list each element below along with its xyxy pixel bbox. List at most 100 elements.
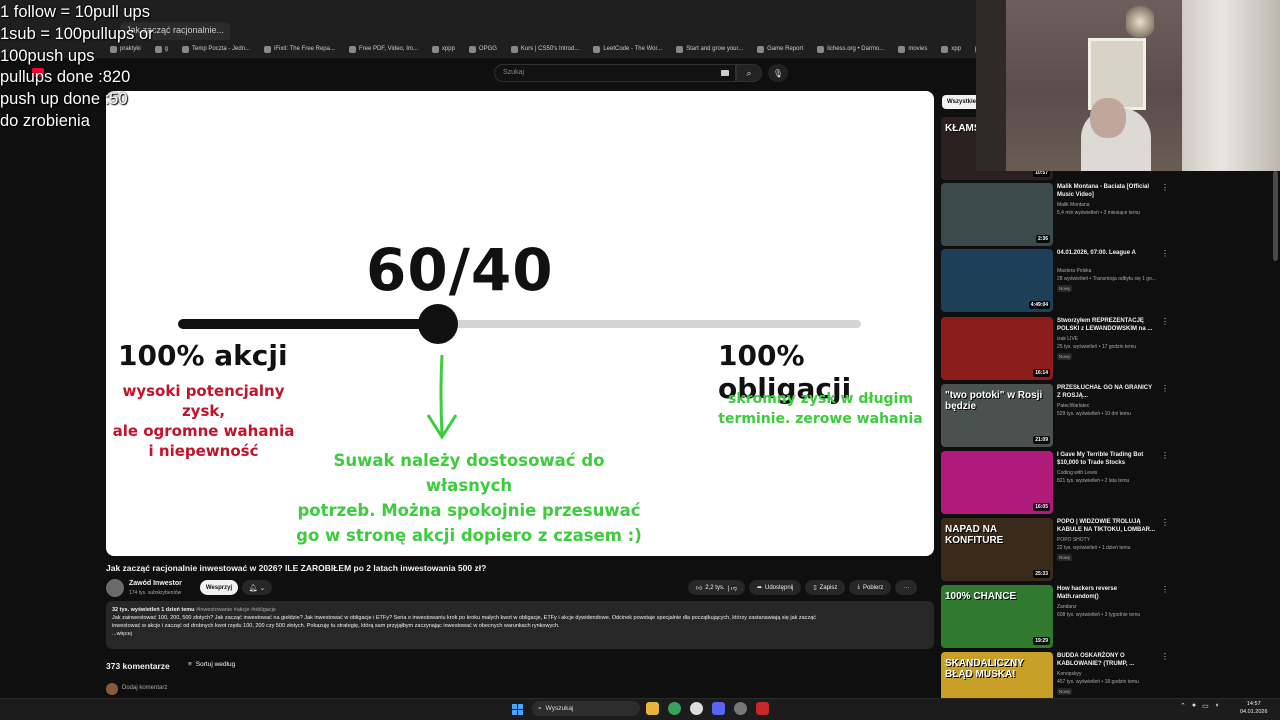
network-icon[interactable]: ▭ <box>1202 702 1209 710</box>
video-thumbnail[interactable]: "two potoki" w Rosji będzie 21:09 <box>941 384 1053 447</box>
video-thumbnail[interactable]: 16:14 <box>941 317 1053 380</box>
chrome-icon[interactable] <box>668 702 681 715</box>
video-thumbnail[interactable]: 2:36 <box>941 183 1053 246</box>
related-video-channel[interactable]: POPO SHOTY <box>1057 537 1090 543</box>
video-thumbnail[interactable]: 16:05 <box>941 451 1053 514</box>
show-more-link[interactable]: ...więcej <box>112 630 928 638</box>
bookmark-item[interactable]: iFixit: The Free Repa... <box>264 45 335 53</box>
search-button[interactable]: ⌕ <box>736 64 762 82</box>
video-thumbnail[interactable]: 4:49:04 <box>941 249 1053 312</box>
clock[interactable]: 14:57 04.01.2026 <box>1240 700 1268 716</box>
kebab-menu-icon[interactable]: ⋮ <box>1161 585 1169 594</box>
kebab-menu-icon[interactable]: ⋮ <box>1161 518 1169 527</box>
bookmark-item[interactable]: Kurs | CS50's Introd... <box>510 45 579 53</box>
video-thumbnail[interactable]: 100% CHANCE 19:29 <box>941 585 1053 648</box>
related-video-item[interactable]: 16:05 I Gave My Terrible Trading Bot $10,… <box>941 451 1176 515</box>
related-video-channel[interactable]: Zandanz <box>1057 604 1076 610</box>
search-icon: ⌕ <box>538 704 542 712</box>
kebab-menu-icon[interactable]: ⋮ <box>1161 183 1169 192</box>
obs-icon[interactable] <box>690 702 703 715</box>
video-duration: 21:09 <box>1033 436 1050 444</box>
more-icon: ··· <box>903 584 910 591</box>
more-actions-button[interactable]: ··· <box>895 580 918 595</box>
overlay-line: 1 follow = 10pull ups <box>0 3 150 21</box>
dislike-icon[interactable]: | 👎︎ <box>728 584 737 592</box>
related-video-item[interactable]: 2:36 Malik Montana - Baciata [Official Mu… <box>941 183 1176 247</box>
related-video-item[interactable]: "two potoki" w Rosji będzie 21:09 PRZESŁUC… <box>941 384 1176 448</box>
notifications-button[interactable]: 🔔︎ ⌄ <box>242 580 272 595</box>
related-video-channel[interactable]: izak LIVE <box>1057 336 1078 342</box>
related-video-title[interactable]: How hackers reverse Math.random() <box>1057 585 1157 601</box>
related-video-channel[interactable]: Mastera Polska <box>1057 268 1091 274</box>
kebab-menu-icon[interactable]: ⋮ <box>1161 384 1169 393</box>
related-video-channel[interactable]: PatecWarlatec <box>1057 403 1089 409</box>
related-video-channel[interactable]: Coding with Lewis <box>1057 470 1097 476</box>
related-video-title[interactable]: Malik Montana - Baciata [Official Music … <box>1057 183 1157 199</box>
bookmark-icon <box>468 45 476 53</box>
related-video-title[interactable]: 04.01.2026, 07:00. League A <box>1057 249 1157 257</box>
hashtags[interactable]: #inwestowanie #akcje #obligacje <box>196 607 276 613</box>
settings-icon[interactable] <box>734 702 747 715</box>
support-button[interactable]: Wesprzyj <box>200 580 238 595</box>
description-line: Jak zainwestować 100, 200, 500 złotych? … <box>112 615 817 621</box>
bookmark-item[interactable]: lichess.org • Darmo... <box>817 45 884 53</box>
volume-icon[interactable]: ◖ <box>1215 702 1219 710</box>
download-button[interactable]: ⤓ Pobierz <box>849 580 892 595</box>
kebab-menu-icon[interactable]: ⋮ <box>1161 249 1169 258</box>
related-video-title[interactable]: Stworzyłem REPREZENTACJĘ POLSKI z LEWAND… <box>1057 317 1157 333</box>
bookmark-item[interactable]: Start and grow your... <box>676 45 743 53</box>
related-video-item[interactable]: 100% CHANCE 19:29 How hackers reverse Math… <box>941 585 1176 649</box>
related-video-channel[interactable]: Malik Montana <box>1057 202 1090 208</box>
voice-search-button[interactable]: 🎙 <box>768 64 788 82</box>
discord-icon[interactable] <box>712 702 725 715</box>
related-video-title[interactable]: I Gave My Terrible Trading Bot $10,000 t… <box>1057 451 1157 467</box>
kebab-menu-icon[interactable]: ⋮ <box>1161 451 1169 460</box>
mic-icon[interactable]: ● <box>1192 702 1196 710</box>
bookmark-item[interactable]: Game Report <box>757 45 803 53</box>
sort-label: Sortuj według <box>195 661 236 668</box>
video-description[interactable]: 32 tys. wyświetleń 1 dzień temu #inwesto… <box>106 601 934 649</box>
bookmark-item[interactable]: LeetCode - The Wor... <box>593 45 662 53</box>
related-video-meta: 22 tys. wyświetleń • 1 dzień temu <box>1057 545 1131 551</box>
related-video-item[interactable]: 4:49:04 04.01.2026, 07:00. League A Master… <box>941 249 1176 313</box>
chevron-up-icon[interactable]: ⌃ <box>1180 702 1186 710</box>
taskbar-search[interactable]: ⌕ Wyszukaj <box>532 701 640 716</box>
add-comment-input[interactable]: Dodaj komentarz <box>122 685 167 691</box>
share-button[interactable]: ➦ Udostępnij <box>748 580 802 595</box>
related-video-item[interactable]: NAPAD NA KONFITURE 25:33 POPO | WIDZOWIE T… <box>941 518 1176 582</box>
like-button[interactable]: 👍︎ 2,2 tys. | 👎︎ <box>688 580 745 595</box>
keyboard-icon[interactable] <box>721 70 729 76</box>
bookmark-item[interactable]: xppp <box>431 45 455 53</box>
windows-start-icon[interactable] <box>512 704 523 715</box>
save-button[interactable]: ▯ Zapisz <box>805 580 846 595</box>
related-video-item[interactable]: 16:14 Stworzyłem REPREZENTACJĘ POLSKI z L… <box>941 317 1176 381</box>
search-input[interactable]: Szukaj <box>494 64 736 82</box>
related-video-title[interactable]: POPO | WIDZOWIE TROLUJĄ KABULE NA TIKTOK… <box>1057 518 1157 534</box>
sort-button[interactable]: ≡ Sortuj według <box>188 661 235 668</box>
search-icon: ⌕ <box>746 67 752 78</box>
file-explorer-icon[interactable] <box>646 702 659 715</box>
kebab-menu-icon[interactable]: ⋮ <box>1161 652 1169 661</box>
bookmark-item[interactable]: OPGG <box>468 45 497 53</box>
stocks-note: wysoki potencjalny zysk, ale ogromne wah… <box>106 381 301 461</box>
sort-icon: ≡ <box>188 661 192 668</box>
bookmark-item[interactable]: movies <box>898 45 927 53</box>
related-video-title[interactable]: BUDDA OSKARŻONY O KABLOWANIE? (TRUMP, ..… <box>1057 652 1157 668</box>
bookmark-item[interactable]: g <box>154 45 168 53</box>
bookmark-icon <box>510 45 518 53</box>
channel-avatar[interactable] <box>106 579 124 597</box>
bookmark-item[interactable]: xpp <box>941 45 961 53</box>
share-icon: ➦ <box>756 585 762 591</box>
video-duration: 25:33 <box>1033 570 1050 578</box>
kebab-menu-icon[interactable]: ⋮ <box>1161 317 1169 326</box>
scrollbar[interactable] <box>1273 171 1278 261</box>
bookmark-icon <box>264 45 272 53</box>
related-video-title[interactable]: PRZESŁUCHAŁ GO NA GRANICY Z ROSJĄ... <box>1057 384 1157 400</box>
channel-name[interactable]: Zawód Inwestor <box>129 580 182 587</box>
video-player[interactable]: 60/40 100% akcji 100% obligacji wysoki p… <box>106 91 934 556</box>
video-thumbnail[interactable]: NAPAD NA KONFITURE 25:33 <box>941 518 1053 581</box>
related-video-channel[interactable]: Konopskyy <box>1057 671 1081 677</box>
app-icon[interactable] <box>756 702 769 715</box>
bookmark-item[interactable]: Temp Poczta - Jedn... <box>182 45 250 53</box>
bookmark-item[interactable]: Free PDF, Video, Im... <box>348 45 418 53</box>
